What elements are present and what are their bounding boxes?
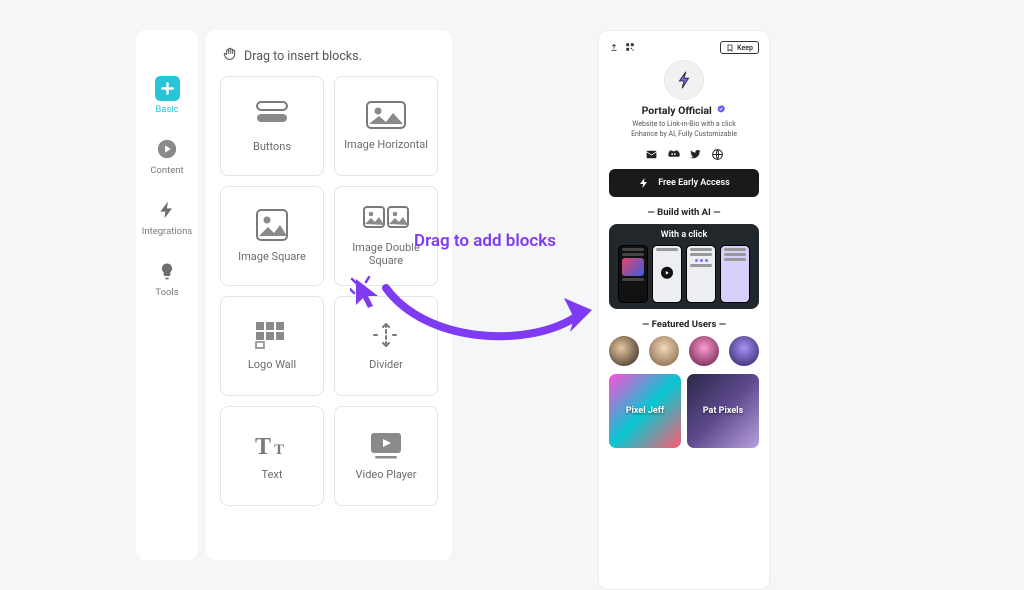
keep-button[interactable]: Keep	[720, 41, 759, 54]
section-title-build-ai: Build with AI	[609, 207, 759, 218]
sidebar-item-label: Tools	[155, 287, 178, 298]
sidebar-item-integrations[interactable]: Integrations	[142, 196, 193, 237]
preview-topbar: Keep	[609, 41, 759, 54]
section-title-featured-users: Featured Users	[609, 319, 759, 330]
block-tile-divider[interactable]: Divider	[334, 296, 438, 396]
cta-button-label: Free Early Access	[658, 178, 730, 188]
twitter-icon[interactable]	[689, 148, 702, 161]
text-icon: TT	[252, 430, 292, 460]
featured-user-card-label: Pixel Jeff	[626, 406, 664, 416]
block-tile-label: Image Square	[238, 250, 306, 263]
mail-icon[interactable]	[645, 148, 658, 161]
featured-user-avatar[interactable]	[689, 336, 719, 366]
sidebar-item-content[interactable]: Content	[150, 135, 183, 176]
featured-users-avatars	[609, 336, 759, 366]
bolt-icon	[638, 177, 650, 189]
featured-user-avatar[interactable]	[609, 336, 639, 366]
qr-icon[interactable]	[625, 42, 635, 54]
block-tile-logo-wall[interactable]: Logo Wall	[220, 296, 324, 396]
discord-icon[interactable]	[667, 148, 680, 161]
featured-user-card[interactable]: Pixel Jeff	[609, 374, 681, 448]
keep-button-label: Keep	[737, 44, 753, 52]
lightbulb-icon	[153, 257, 181, 285]
block-tile-label: Buttons	[253, 140, 291, 153]
profile-name: Portaly Official	[609, 104, 759, 117]
featured-user-avatar[interactable]	[649, 336, 679, 366]
sidebar-item-label: Basic	[155, 104, 178, 115]
svg-text:T: T	[255, 434, 271, 460]
blocks-panel: Drag to insert blocks. Buttons Image Hor…	[206, 30, 452, 560]
blocks-panel-header: Drag to insert blocks.	[220, 44, 438, 76]
blocks-panel-header-text: Drag to insert blocks.	[244, 49, 362, 64]
cta-button[interactable]: Free Early Access	[609, 169, 759, 197]
bolt-icon	[153, 196, 181, 224]
sidebar-item-tools[interactable]: Tools	[153, 257, 181, 298]
verified-badge-icon	[716, 104, 726, 114]
social-row	[609, 148, 759, 161]
image-double-square-icon	[362, 205, 410, 233]
block-tile-label: Divider	[369, 358, 403, 371]
sidebar-item-label: Content	[150, 165, 183, 176]
featured-user-cards: Pixel Jeff Pat Pixels	[609, 374, 759, 448]
featured-user-card[interactable]: Pat Pixels	[687, 374, 759, 448]
sidebar-item-basic[interactable]: Basic	[153, 74, 181, 115]
block-tile-video-player[interactable]: Video Player	[334, 406, 438, 506]
block-tile-image-square[interactable]: Image Square	[220, 186, 324, 286]
block-tile-image-double-square[interactable]: Image Double Square	[334, 186, 438, 286]
block-tile-buttons[interactable]: Buttons	[220, 76, 324, 176]
plus-icon	[153, 74, 181, 102]
featured-user-avatar[interactable]	[729, 336, 759, 366]
block-tile-label: Image Horizontal	[344, 138, 428, 151]
buttons-icon	[252, 98, 292, 132]
block-tile-label: Video Player	[356, 468, 417, 481]
play-circle-icon	[153, 135, 181, 163]
ai-card-phones	[615, 245, 753, 303]
preview-panel: Keep Portaly Official Website to Link-in…	[598, 30, 770, 590]
ai-card[interactable]: With a click	[609, 224, 759, 309]
block-tile-label: Logo Wall	[248, 358, 296, 371]
block-tile-label: Image Double Square	[335, 241, 437, 267]
divider-icon	[368, 320, 404, 350]
block-tile-text[interactable]: TT Text	[220, 406, 324, 506]
ai-card-title: With a click	[615, 230, 753, 240]
svg-text:T: T	[274, 442, 284, 458]
logo-wall-icon	[254, 320, 290, 350]
profile-avatar	[664, 60, 704, 100]
image-horizontal-icon	[365, 100, 407, 130]
globe-icon[interactable]	[711, 148, 724, 161]
profile-tagline: Website to Link-in-Bio with a click Enha…	[609, 120, 759, 140]
block-tile-image-horizontal[interactable]: Image Horizontal	[334, 76, 438, 176]
featured-user-card-label: Pat Pixels	[703, 406, 743, 416]
block-tile-label: Text	[262, 468, 283, 481]
image-square-icon	[255, 208, 289, 242]
share-icon[interactable]	[609, 42, 619, 54]
sidebar-item-label: Integrations	[142, 226, 193, 237]
left-sidebar: Basic Content Integrations Tools	[136, 30, 198, 560]
grab-hand-icon	[222, 46, 238, 66]
video-player-icon	[367, 430, 405, 460]
